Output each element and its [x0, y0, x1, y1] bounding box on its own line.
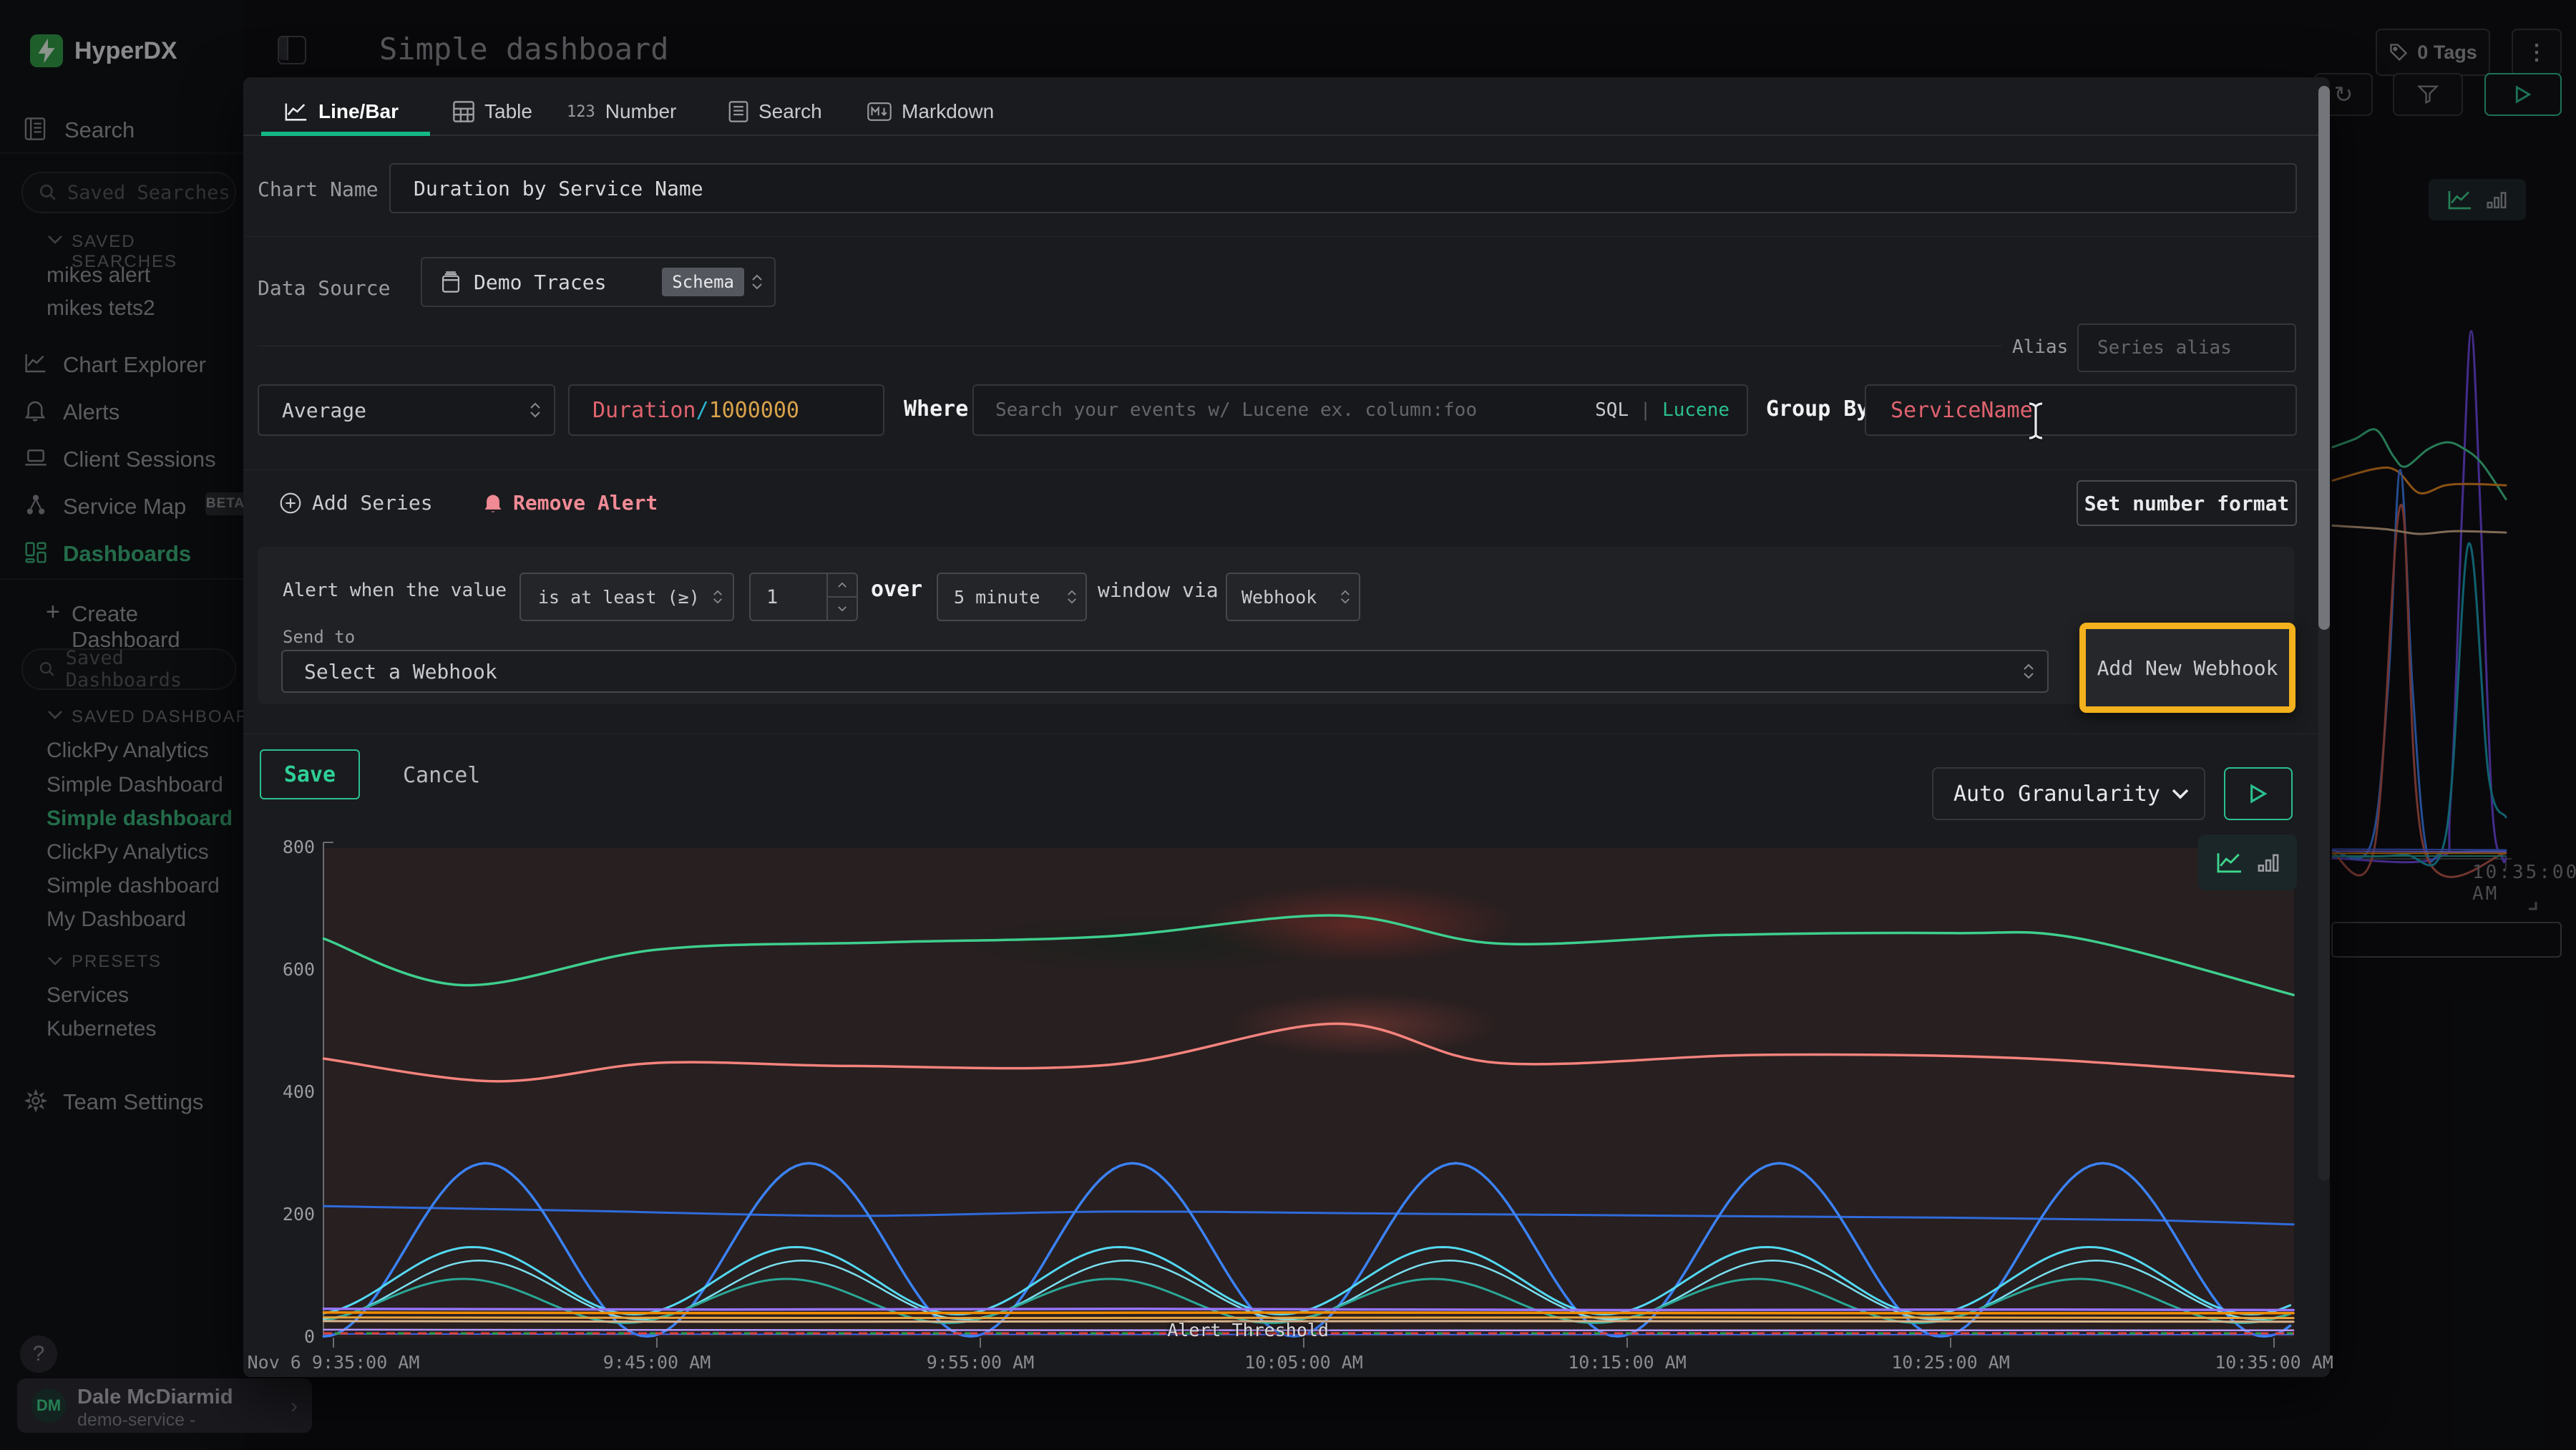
- schema-badge[interactable]: Schema: [662, 268, 744, 296]
- database-icon: [441, 271, 461, 293]
- select-chevrons-icon: [530, 402, 541, 418]
- add-new-webhook-button[interactable]: Add New Webhook: [2086, 629, 2289, 706]
- aggregation-field-input[interactable]: Duration/1000000: [568, 384, 884, 436]
- select-chevrons-icon: [1340, 590, 1350, 604]
- modal-scrollbar-thumb[interactable]: [2318, 86, 2330, 630]
- active-tab-underline: [261, 132, 430, 136]
- send-to-label: Send to: [283, 627, 355, 647]
- chevron-down-icon: [2171, 788, 2190, 799]
- remove-alert-button[interactable]: Remove Alert: [483, 491, 658, 515]
- stepper-buttons[interactable]: [826, 574, 857, 620]
- doc-list-icon: [728, 101, 748, 122]
- edit-chart-modal: Line/Bar Table 123 Number Search Markdow…: [243, 77, 2330, 1377]
- lucene-toggle[interactable]: Lucene: [1662, 399, 1729, 421]
- stepper-up-icon: [828, 574, 857, 596]
- group-by-input[interactable]: ServiceName: [1865, 384, 2297, 436]
- stepper-down-icon: [828, 596, 857, 620]
- data-source-label: Data Source: [258, 276, 390, 300]
- x-tick-label: 9:45:00 AM: [603, 1352, 711, 1373]
- group-by-label: Group By: [1766, 396, 1870, 422]
- chart-name-label: Chart Name: [258, 177, 379, 201]
- x-tick-label: 10:35:00 AM: [2215, 1352, 2333, 1373]
- alert-window-select[interactable]: 5 minute: [937, 573, 1087, 621]
- tab-search[interactable]: Search: [728, 100, 822, 123]
- line-chart-icon[interactable]: [2215, 851, 2244, 874]
- tab-table[interactable]: Table: [453, 100, 532, 123]
- select-chevrons-icon: [751, 274, 763, 290]
- bar-chart-icon[interactable]: [2257, 851, 2280, 874]
- line-chart-icon: [284, 101, 308, 122]
- window-via-label: window via: [1098, 578, 1219, 602]
- aggregation-operator-select[interactable]: Average: [258, 384, 555, 436]
- alert-prefix: Alert when the value: [283, 580, 507, 601]
- tab-line-bar[interactable]: Line/Bar: [284, 100, 399, 123]
- save-button[interactable]: Save: [260, 749, 360, 799]
- y-tick-label: 800: [243, 837, 315, 857]
- webhook-select[interactable]: Select a Webhook: [281, 650, 2049, 693]
- select-chevrons-icon: [1067, 590, 1077, 604]
- over-label: over: [871, 577, 922, 602]
- select-chevrons-icon: [2023, 663, 2034, 679]
- y-tick-label: 200: [243, 1204, 315, 1225]
- cancel-button[interactable]: Cancel: [403, 763, 480, 788]
- y-tick-label: 0: [243, 1326, 315, 1347]
- where-search-input[interactable]: Search your events w/ Lucene ex. column:…: [972, 384, 1748, 436]
- bell-icon: [483, 492, 503, 515]
- alert-channel-select[interactable]: Webhook: [1226, 573, 1360, 621]
- set-number-format-button[interactable]: Set number format: [2077, 480, 2297, 526]
- sql-toggle[interactable]: SQL: [1595, 399, 1629, 421]
- table-icon: [453, 101, 474, 122]
- play-icon: [2249, 784, 2268, 804]
- chart-type-toggle[interactable]: [2198, 835, 2297, 890]
- alert-config-panel: Alert when the value is at least (≥) 1 o…: [258, 547, 2294, 704]
- run-chart-button[interactable]: [2224, 767, 2293, 820]
- alias-input[interactable]: Series alias: [2077, 323, 2296, 372]
- text-cursor: [2025, 401, 2046, 441]
- add-webhook-highlight-ring: Add New Webhook: [2079, 623, 2296, 713]
- modal-chart: [258, 823, 2318, 1377]
- chart-name-input[interactable]: Duration by Service Name: [389, 163, 2297, 213]
- data-source-select[interactable]: Demo Traces Schema: [421, 257, 776, 307]
- tab-number[interactable]: 123 Number: [567, 100, 676, 123]
- x-tick-label: Nov 6 9:35:00 AM: [248, 1352, 420, 1373]
- granularity-select[interactable]: Auto Granularity: [1932, 767, 2205, 820]
- add-series-button[interactable]: Add Series: [279, 491, 433, 515]
- tab-markdown[interactable]: Markdown: [867, 100, 994, 123]
- alert-condition-select[interactable]: is at least (≥): [519, 573, 734, 621]
- circle-plus-icon: [279, 492, 302, 515]
- select-chevrons-icon: [713, 590, 723, 604]
- y-tick-label: 400: [243, 1081, 315, 1102]
- x-tick-label: 9:55:00 AM: [927, 1352, 1035, 1373]
- x-tick-label: 10:15:00 AM: [1568, 1352, 1687, 1373]
- markdown-icon: [867, 102, 892, 122]
- 123-icon: 123: [567, 103, 595, 121]
- where-label: Where: [904, 396, 968, 422]
- x-tick-label: 10:25:00 AM: [1891, 1352, 2010, 1373]
- alias-label: Alias: [2012, 336, 2068, 358]
- y-tick-label: 600: [243, 959, 315, 980]
- alert-threshold-label: Alert Threshold: [1143, 1320, 1329, 1340]
- x-tick-label: 10:05:00 AM: [1244, 1352, 1363, 1373]
- alert-threshold-stepper[interactable]: 1: [749, 573, 858, 621]
